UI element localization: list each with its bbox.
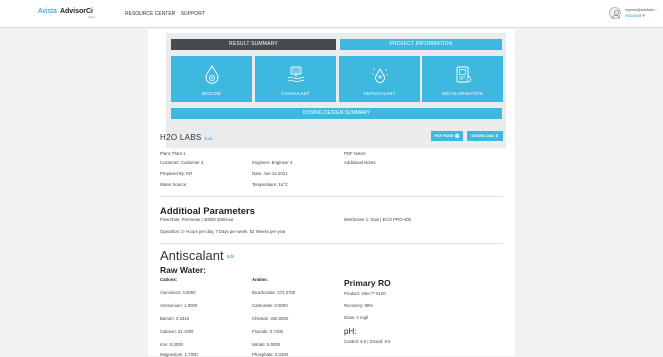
coagulant-icon xyxy=(287,66,305,83)
field-dose: Dose: 2 mg/l xyxy=(344,315,369,320)
section-divider xyxy=(160,196,503,197)
field-engineer: Engineer: Engineer 3 xyxy=(252,160,293,165)
cation-barium: Barium: 0.3310 xyxy=(160,316,190,321)
anions-header: Anions: xyxy=(252,277,268,282)
anion-fluoride: Fluoride: 0.7200 xyxy=(252,329,284,334)
main-content: RESULT SUMMARY PROJECT INFORMATION BIOCI… xyxy=(148,29,515,357)
edit-project-link[interactable]: Edit xyxy=(205,136,213,141)
brand-ci: Ci xyxy=(86,8,93,15)
dechlorination-icon xyxy=(456,66,472,83)
edit-antiscalant-link[interactable]: Edit xyxy=(227,254,234,259)
anion-carbonate: Carbonate: 0.0000 xyxy=(252,303,288,308)
field-operation: Operation: 2- Hours per day, 7 Days per … xyxy=(160,229,286,234)
field-temperature: Temperature: 16°C xyxy=(252,182,289,187)
tile-dechlorination[interactable]: DECHLORINATION xyxy=(422,56,503,102)
brand-avista: Avista xyxy=(38,8,57,15)
antiscalant-title: Antiscalant Edit xyxy=(160,248,234,263)
tab-result-summary[interactable]: RESULT SUMMARY xyxy=(171,39,336,50)
primary-ro-title: Primary RO xyxy=(344,278,391,288)
brand-subtitle: Online xyxy=(88,16,96,19)
field-flow-rate: Flow Rate: Permeate | 30000 M3/Hour xyxy=(160,217,234,222)
dosing-design-summary-button[interactable]: DOSING DESIGN SUMMARY xyxy=(171,108,502,119)
field-date: Date: Jun-14-2021 xyxy=(252,171,288,176)
field-prepared-by: Prepared By: KR xyxy=(160,171,193,176)
additional-parameters-title: Additioal Parameters xyxy=(160,206,256,217)
field-plant: Plant: Plant 1 xyxy=(160,151,186,156)
section-divider xyxy=(160,243,503,244)
raw-water-title: Raw Water: xyxy=(160,265,206,275)
tile-biocide[interactable]: BIOCIDE xyxy=(171,56,252,102)
cation-aluminium: Aluminium: 0.0000 xyxy=(160,290,196,295)
nav-resource-center[interactable]: RESOURCE CENTER xyxy=(125,11,175,17)
antiscalant-title-text: Antiscalant xyxy=(160,248,224,263)
project-title-text: H2O LABS xyxy=(160,133,202,142)
cation-calcium: Calcium: 21.1000 xyxy=(160,329,194,334)
field-customer: Customer: Customer 3 xyxy=(160,160,204,165)
top-navigation-bar: Avista AdvisorCi Online RESOURCE CENTER S… xyxy=(0,0,663,28)
field-ph-control: Control: 8.5 | Dosed: 8.5 xyxy=(344,339,391,344)
cation-ammonium: Ammonium: 1.0000 xyxy=(160,303,198,308)
account-email: mjamos@avistatec... xyxy=(625,8,658,12)
anion-chloride: Chloride: 340.0000 xyxy=(252,316,289,321)
field-membrane: Membrane 1: Dow | ECO PRO-400 xyxy=(344,217,412,222)
field-additional-notes: Additional Notes: xyxy=(344,160,377,165)
anion-bicarbonate: Bicarbonate: 272.3700 xyxy=(252,290,296,295)
download-button[interactable]: DOWNLOAD ⬇ xyxy=(467,131,503,141)
cations-header: Cations: xyxy=(160,277,178,282)
field-product: Product: Vitec™ 5100 xyxy=(344,291,386,296)
field-recovery: Recovery: 89% xyxy=(344,303,374,308)
tile-antiscalant[interactable]: ANTISCALANT xyxy=(339,56,420,102)
pdf-page-button[interactable]: PDF PAGE 🖨 xyxy=(431,131,463,141)
main-nav: RESOURCE CENTER SUPPORT xyxy=(125,11,209,17)
biocide-icon xyxy=(205,65,219,84)
brand-logo[interactable]: Avista AdvisorCi Online xyxy=(38,8,95,19)
user-avatar-icon[interactable] xyxy=(609,7,621,19)
tile-label: BIOCIDE xyxy=(201,91,222,96)
account-dropdown[interactable]: Account ▾ xyxy=(625,13,645,19)
antiscalant-icon xyxy=(372,68,388,83)
ph-title: pH: xyxy=(344,327,357,336)
nav-support[interactable]: SUPPORT xyxy=(181,11,205,17)
anion-nitrate: Nitrate: 5.0000 xyxy=(252,342,281,347)
anion-phosphate: Phosphate: 0.3100 xyxy=(252,352,289,357)
tile-label: COAGULANT xyxy=(281,91,310,96)
tab-project-information[interactable]: PROJECT INFORMATION xyxy=(340,39,502,50)
project-title: H2O LABS Edit xyxy=(160,133,213,142)
tile-coagulant[interactable]: COAGULANT xyxy=(255,56,336,102)
field-pdf-notes: PDF Notes: xyxy=(344,151,367,156)
tile-label: DECHLORINATION xyxy=(442,91,483,96)
cation-iron: Iron: 0.0000 xyxy=(160,342,183,347)
brand-advisor: Advisor xyxy=(59,8,86,15)
tile-label: ANTISCALANT xyxy=(363,91,396,96)
cation-magnesium: Magnesium: 1.7000 xyxy=(160,352,198,357)
field-water-source: Water Source: xyxy=(160,182,188,187)
